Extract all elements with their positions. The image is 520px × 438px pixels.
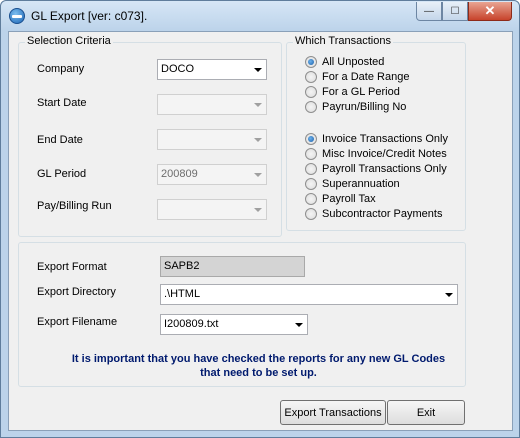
radio-label: Misc Invoice/Credit Notes: [322, 148, 447, 160]
window-title: GL Export [ver: c073].: [31, 9, 148, 23]
end-date-label: End Date: [37, 134, 83, 146]
radio-indicator[interactable]: [305, 193, 317, 205]
chevron-down-icon: [295, 323, 303, 327]
chevron-down-icon: [254, 68, 262, 72]
radio-misc-invoice-credit-notes[interactable]: Misc Invoice/Credit Notes: [305, 148, 447, 160]
minimize-button[interactable]: —: [416, 2, 442, 21]
export-format-value: SAPB2: [164, 260, 200, 272]
radio-label: Superannuation: [322, 178, 400, 190]
company-value: DOCO: [161, 63, 194, 75]
radio-subcontractor-payments[interactable]: Subcontractor Payments: [305, 208, 442, 220]
pay-billing-run-dropdown[interactable]: [157, 199, 267, 220]
export-format-label: Export Format: [37, 261, 107, 273]
radio-indicator[interactable]: [305, 133, 317, 145]
radio-for-date-range[interactable]: For a Date Range: [305, 71, 409, 83]
export-directory-dropdown[interactable]: .\HTML: [160, 284, 458, 305]
radio-payroll-transactions-only[interactable]: Payroll Transactions Only: [305, 163, 447, 175]
export-filename-label: Export Filename: [37, 316, 118, 328]
start-date-dropdown[interactable]: [157, 94, 267, 115]
radio-indicator[interactable]: [305, 71, 317, 83]
radio-all-unposted[interactable]: All Unposted: [305, 56, 384, 68]
gl-period-value: 200809: [161, 168, 198, 180]
radio-label: For a GL Period: [322, 86, 400, 98]
chevron-down-icon: [254, 138, 262, 142]
chevron-down-icon: [254, 208, 262, 212]
export-directory-label: Export Directory: [37, 286, 116, 298]
gl-codes-warning-line1: It is important that you have checked th…: [71, 353, 446, 365]
gl-period-label: GL Period: [37, 168, 87, 180]
radio-label: All Unposted: [322, 56, 385, 68]
radio-indicator[interactable]: [305, 101, 317, 113]
radio-superannuation[interactable]: Superannuation: [305, 178, 400, 190]
company-dropdown[interactable]: DOCO: [157, 59, 267, 80]
radio-label: Subcontractor Payments: [322, 208, 443, 220]
title-bar[interactable]: GL Export [ver: c073]. — ☐ ✕: [1, 1, 519, 31]
radio-indicator[interactable]: [305, 178, 317, 190]
radio-indicator[interactable]: [305, 86, 317, 98]
radio-indicator[interactable]: [305, 163, 317, 175]
radio-label: For a Date Range: [322, 71, 410, 83]
end-date-dropdown[interactable]: [157, 129, 267, 150]
dialog-body: Selection Criteria Company DOCO Start Da…: [8, 31, 513, 431]
which-transactions-group: Which Transactions All Unposted For a Da…: [286, 35, 466, 231]
app-icon: [9, 8, 25, 24]
pay-billing-run-label: Pay/Billing Run: [37, 200, 112, 212]
radio-label: Payroll Tax: [322, 193, 376, 205]
maximize-button[interactable]: ☐: [442, 2, 468, 21]
radio-for-gl-period[interactable]: For a GL Period: [305, 86, 400, 98]
chevron-down-icon: [254, 173, 262, 177]
chevron-down-icon: [445, 293, 453, 297]
radio-label: Payrun/Billing No: [322, 101, 407, 113]
close-button[interactable]: ✕: [468, 2, 512, 21]
which-transactions-title: Which Transactions: [293, 35, 393, 47]
exit-button[interactable]: Exit: [387, 400, 465, 425]
gl-period-dropdown[interactable]: 200809: [157, 164, 267, 185]
export-directory-value: .\HTML: [164, 288, 201, 300]
radio-label: Payroll Transactions Only: [322, 163, 447, 175]
company-label: Company: [37, 63, 85, 75]
radio-label: Invoice Transactions Only: [322, 133, 448, 145]
radio-payroll-tax[interactable]: Payroll Tax: [305, 193, 376, 205]
export-filename-value: I200809.txt: [164, 318, 219, 330]
radio-indicator[interactable]: [305, 148, 317, 160]
start-date-label: Start Date: [37, 97, 87, 109]
export-format-field: SAPB2: [160, 256, 305, 277]
chevron-down-icon: [254, 103, 262, 107]
selection-criteria-title: Selection Criteria: [25, 35, 113, 47]
export-transactions-button[interactable]: Export Transactions: [280, 400, 386, 425]
radio-indicator[interactable]: [305, 56, 317, 68]
selection-criteria-group: Selection Criteria Company DOCO Start Da…: [18, 35, 282, 237]
gl-export-window: GL Export [ver: c073]. — ☐ ✕ Selection C…: [0, 0, 520, 438]
gl-codes-warning-line2: that need to be set up.: [200, 367, 317, 379]
radio-invoice-transactions-only[interactable]: Invoice Transactions Only: [305, 133, 448, 145]
radio-payrun-billing-no[interactable]: Payrun/Billing No: [305, 101, 406, 113]
export-filename-dropdown[interactable]: I200809.txt: [160, 314, 308, 335]
radio-indicator[interactable]: [305, 208, 317, 220]
